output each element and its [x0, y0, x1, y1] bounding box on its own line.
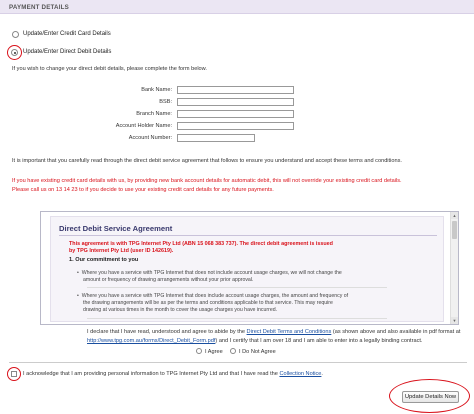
agreement-divider	[59, 235, 437, 236]
pdf-link[interactable]: http://www.tpg.com.au/forms/Direct_Debit…	[87, 338, 215, 344]
bullet-separator	[87, 287, 387, 288]
warning-line-2: Please call us on 13 14 23 to if you dec…	[12, 187, 274, 193]
scroll-down-icon[interactable]: ▼	[451, 317, 458, 324]
bank-name-label: Bank Name:	[141, 87, 172, 93]
credit-card-label: Update/Enter Credit Card Details	[23, 31, 111, 37]
agreement-title: Direct Debit Service Agreement	[59, 224, 173, 233]
section-header: PAYMENT DETAILS	[0, 0, 474, 14]
account-holder-label: Account Holder Name:	[115, 123, 172, 129]
acknowledge-text: I acknowledge that I am providing person…	[23, 371, 323, 377]
divider	[9, 362, 467, 363]
important-note: It is important that you carefully read …	[12, 158, 402, 164]
bullet-2-line-2: the drawing arrangements will be as per …	[83, 300, 333, 306]
bullet-1-line-1: • Where you have a service with TPG Inte…	[77, 270, 342, 276]
scroll-up-icon[interactable]: ▲	[451, 212, 458, 219]
account-number-label: Account Number:	[128, 135, 172, 141]
collection-notice-link[interactable]: Collection Notice	[279, 371, 321, 377]
bsb-input[interactable]	[177, 98, 294, 106]
bullet-1-line-2: amount or frequency of drawing arrangeme…	[83, 277, 254, 283]
account-holder-input[interactable]	[177, 122, 294, 130]
agree-label: I Agree	[205, 349, 223, 355]
direct-debit-radio[interactable]	[11, 49, 18, 56]
scroll-thumb[interactable]	[452, 221, 457, 239]
bullet-2-line-3: drawing at various times in the month to…	[83, 307, 278, 313]
agreement-box[interactable]: Direct Debit Service Agreement This agre…	[40, 211, 459, 325]
form-intro: If you wish to change your direct debit …	[12, 66, 207, 72]
agreement-red-line-2: by TPG Internet Pty Ltd (user ID 142619)…	[69, 248, 174, 254]
agree-radio[interactable]	[196, 348, 202, 354]
agreement-red-line-1: This agreement is with TPG Internet Pty …	[69, 241, 333, 247]
declaration-line-1: I declare that I have read, understood a…	[87, 329, 461, 335]
credit-card-radio[interactable]	[12, 31, 19, 38]
bank-name-input[interactable]	[177, 86, 294, 94]
agreement-scrollbar[interactable]: ▲ ▼	[450, 212, 458, 324]
warning-line-1: If you have existing credit card details…	[12, 178, 402, 184]
bullet-separator	[87, 318, 387, 319]
agreement-content: Direct Debit Service Agreement This agre…	[50, 216, 444, 322]
terms-link[interactable]: Direct Debit Terms and Conditions	[247, 329, 332, 335]
bullet-2-line-1: • Where you have a service with TPG Inte…	[77, 293, 349, 299]
update-details-button[interactable]: Update Details Now	[402, 391, 459, 403]
bsb-label: BSB:	[159, 99, 172, 105]
disagree-label: I Do Not Agree	[239, 349, 276, 355]
agreement-heading: 1. Our commitment to you	[69, 257, 139, 263]
branch-name-label: Branch Name:	[136, 111, 172, 117]
declaration-line-2: http://www.tpg.com.au/forms/Direct_Debit…	[87, 338, 423, 344]
disagree-radio[interactable]	[230, 348, 236, 354]
account-number-input[interactable]	[177, 134, 255, 142]
direct-debit-label: Update/Enter Direct Debit Details	[23, 49, 112, 55]
acknowledge-checkbox[interactable]	[11, 371, 17, 377]
branch-name-input[interactable]	[177, 110, 294, 118]
section-title: PAYMENT DETAILS	[9, 4, 69, 11]
